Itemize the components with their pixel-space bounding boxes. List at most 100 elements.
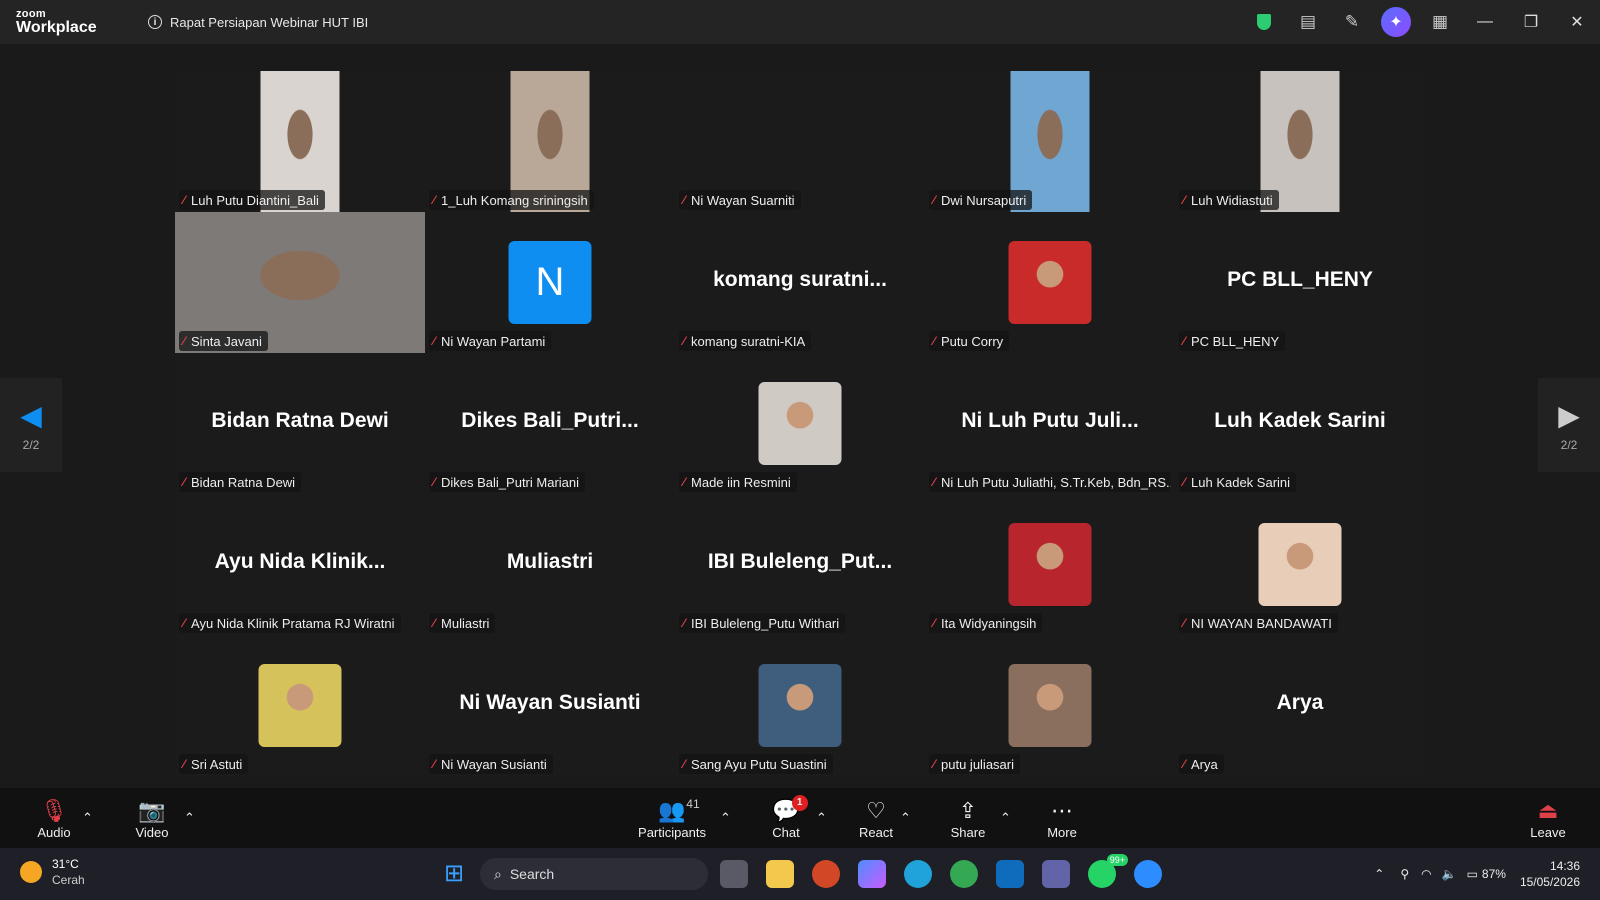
mic-muted-icon: ⁄ <box>933 616 936 630</box>
participant-name: Dikes Bali_Putri Mariani <box>441 474 580 490</box>
previous-page-button[interactable]: ◀ 2/2 <box>0 378 62 472</box>
participant-tile[interactable]: ⁄ Sri Astuti <box>175 635 425 776</box>
security-shield-icon[interactable] <box>1242 0 1286 44</box>
windows-start-icon[interactable]: ⊞ <box>440 860 468 888</box>
zoom-taskbar-icon[interactable] <box>1134 860 1162 888</box>
participant-grid: ⁄ Luh Putu Diantini_Bali ⁄ 1_Luh Komang sri… <box>175 71 1425 776</box>
apps-grid-icon[interactable]: ▦ <box>1418 0 1462 44</box>
battery-percent: 87% <box>1481 867 1506 881</box>
participant-tile[interactable]: Bidan Ratna Dewi ⁄ Bidan Ratna Dewi <box>175 353 425 494</box>
participant-tile[interactable]: Ayu Nida Klinik... ⁄ Ayu Nida Klinik Prata… <box>175 494 425 635</box>
restore-button[interactable]: ❐ <box>1508 0 1554 44</box>
outlook-icon[interactable] <box>996 860 1024 888</box>
participant-name: Ni Wayan Partami <box>441 333 546 349</box>
heart-icon: ♡ <box>866 797 886 823</box>
weather-widget[interactable]: 31°C Cerah <box>20 856 85 888</box>
react-button[interactable]: ♡ React <box>856 788 896 848</box>
edge-icon[interactable] <box>904 860 932 888</box>
minimize-button[interactable]: — <box>1462 0 1508 44</box>
participant-tile[interactable]: ⁄ Ita Widyaningsih <box>925 494 1175 635</box>
participant-avatar <box>1008 664 1092 747</box>
video-button[interactable]: 📷 Video <box>132 788 172 848</box>
annotate-pen-icon[interactable]: ✎ <box>1330 0 1374 44</box>
next-page-button[interactable]: ▶ 2/2 <box>1538 378 1600 472</box>
participant-name: Ni Luh Putu Juliathi, S.Tr.Keb, Bdn_RS..… <box>941 474 1171 490</box>
participant-tile[interactable]: ⁄ putu juliasari <box>925 635 1175 776</box>
participant-tile[interactable]: Arya ⁄ Arya <box>1175 635 1425 776</box>
leave-button[interactable]: ⏏ Leave <box>1528 788 1568 848</box>
info-icon[interactable]: i <box>148 15 162 29</box>
participant-name: Bidan Ratna Dewi <box>191 474 296 490</box>
share-options-caret[interactable]: ⌃ <box>1000 788 1011 848</box>
participant-name-label: ⁄ 1_Luh Komang sriningsih <box>429 190 594 210</box>
clock[interactable]: 14:36 15/05/2026 <box>1520 858 1580 890</box>
powerpoint-icon[interactable] <box>812 860 840 888</box>
video-options-caret[interactable]: ⌃ <box>184 788 195 848</box>
participant-name-label: ⁄ Ni Wayan Partami <box>429 331 552 351</box>
participant-tile[interactable]: N ⁄ Ni Wayan Partami <box>425 212 675 353</box>
participant-name-label: ⁄ Dwi Nursaputri <box>929 190 1033 210</box>
more-button[interactable]: ⋯ More <box>1044 788 1080 848</box>
mic-muted-icon: ⁄ <box>683 757 686 771</box>
mic-muted-icon: ⁄ <box>683 616 686 630</box>
participant-tile[interactable]: IBI Buleleng_Put... ⁄ IBI Buleleng_Putu Wi… <box>675 494 925 635</box>
mic-muted-icon: ⁄ <box>433 616 436 630</box>
participant-tile[interactable]: Luh Kadek Sarini ⁄ Luh Kadek Sarini <box>1175 353 1425 494</box>
share-button[interactable]: ⇪ Share <box>950 788 986 848</box>
clock-date: 15/05/2026 <box>1519 875 1580 889</box>
whatsapp-icon[interactable]: 99+ <box>1088 854 1128 888</box>
teams-icon[interactable] <box>1042 860 1070 888</box>
participant-name: Ayu Nida Klinik Pratama RJ Wiratni <box>191 615 395 631</box>
weather-condition: Cerah <box>52 873 85 887</box>
mic-muted-icon: ⁄ <box>933 757 936 771</box>
participant-tile[interactable]: ⁄ Ni Wayan Suarniti <box>675 71 925 212</box>
ai-companion-button[interactable]: ✦ <box>1374 0 1418 44</box>
participant-tile[interactable]: ⁄ Dwi Nursaputri <box>925 71 1175 212</box>
battery-icon[interactable]: ▭ <box>1467 867 1478 881</box>
network-location-icon[interactable]: ⚲ <box>1400 867 1409 881</box>
participant-tile[interactable]: ⁄ Putu Corry <box>925 212 1175 353</box>
participant-tile[interactable]: Ni Wayan Susianti ⁄ Ni Wayan Susianti <box>425 635 675 776</box>
copilot-icon[interactable] <box>858 860 886 888</box>
chat-options-caret[interactable]: ⌃ <box>816 788 827 848</box>
participants-button[interactable]: 👥 41 Participants <box>636 788 708 848</box>
participant-tile[interactable]: ⁄ Sinta Javani <box>175 212 425 353</box>
close-button[interactable]: ✕ <box>1554 0 1600 44</box>
notes-icon[interactable]: ▤ <box>1286 0 1330 44</box>
participant-tile[interactable]: ⁄ NI WAYAN BANDAWATI <box>1175 494 1425 635</box>
participant-name-label: ⁄ Bidan Ratna Dewi <box>179 472 302 492</box>
participant-tile[interactable]: Ni Luh Putu Juli... ⁄ Ni Luh Putu Juliathi… <box>925 353 1175 494</box>
taskbar-search[interactable]: ⌕ Search <box>480 858 708 890</box>
participant-tile[interactable]: ⁄ 1_Luh Komang sriningsih <box>425 71 675 212</box>
chrome-icon[interactable] <box>950 860 978 888</box>
participant-name: 1_Luh Komang sriningsih <box>441 192 588 208</box>
react-label: React <box>859 824 893 840</box>
audio-button[interactable]: 🎙 Audio <box>36 788 72 848</box>
wifi-icon[interactable]: ◠ <box>1421 867 1431 881</box>
file-explorer-icon[interactable] <box>766 860 794 888</box>
meeting-title[interactable]: i Rapat Persiapan Webinar HUT IBI <box>148 15 368 30</box>
participant-tile[interactable]: ⁄ Made iin Resmini <box>675 353 925 494</box>
audio-options-caret[interactable]: ⌃ <box>82 788 93 848</box>
participant-tile[interactable]: ⁄ Luh Widiastuti <box>1175 71 1425 212</box>
chat-label: Chat <box>772 824 800 840</box>
participant-tile[interactable]: ⁄ Sang Ayu Putu Suastini <box>675 635 925 776</box>
participants-options-caret[interactable]: ⌃ <box>720 788 731 848</box>
tray-overflow-icon[interactable]: ⌃ <box>1374 867 1384 881</box>
participant-tile[interactable]: PC BLL_HENY ⁄ PC BLL_HENY <box>1175 212 1425 353</box>
participant-name-label: ⁄ putu juliasari <box>929 754 1021 774</box>
participant-tile[interactable]: Muliastri ⁄ Muliastri <box>425 494 675 635</box>
mic-muted-icon: ⁄ <box>433 475 436 489</box>
mic-muted-icon: ⁄ <box>183 757 186 771</box>
volume-icon[interactable]: 🔈 <box>1442 867 1457 881</box>
participant-name: Luh Putu Diantini_Bali <box>191 192 319 208</box>
participant-tile[interactable]: komang suratni... ⁄ komang suratni-KIA <box>675 212 925 353</box>
participant-tile[interactable]: Dikes Bali_Putri... ⁄ Dikes Bali_Putri Mar… <box>425 353 675 494</box>
participant-name-label: ⁄ Ni Wayan Suarniti <box>679 190 801 210</box>
chat-button[interactable]: 💬 1 Chat <box>770 788 808 848</box>
brand-bottom: Workplace <box>16 18 97 36</box>
react-options-caret[interactable]: ⌃ <box>900 788 911 848</box>
participant-tile[interactable]: ⁄ Luh Putu Diantini_Bali <box>175 71 425 212</box>
mic-muted-icon: ⁄ <box>1183 616 1186 630</box>
task-view-icon[interactable] <box>720 860 748 888</box>
